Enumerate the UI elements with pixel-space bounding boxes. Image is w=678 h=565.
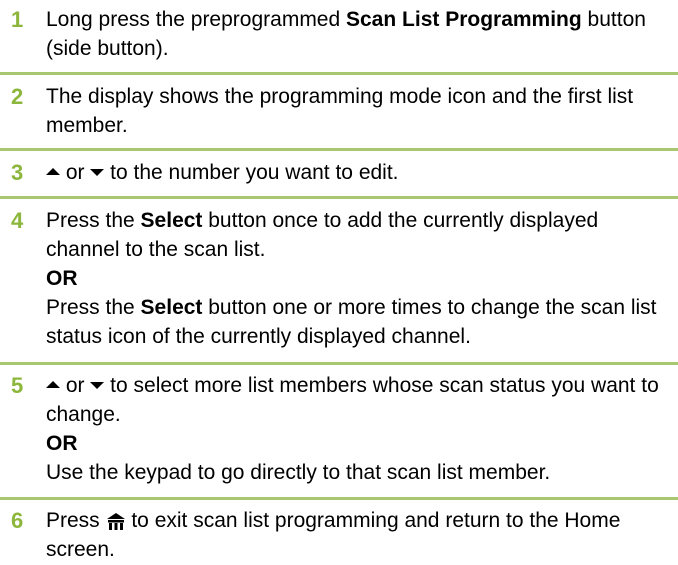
- divider: [0, 497, 678, 500]
- or-label: OR: [46, 267, 78, 290]
- step-text: Long press the preprogrammed Scan List P…: [46, 8, 646, 60]
- step-number: 3: [11, 160, 24, 185]
- step-number: 4: [11, 208, 24, 233]
- or-label: OR: [46, 432, 78, 455]
- button-name: Select: [140, 209, 203, 232]
- step-text: or to the number you want to edit.: [46, 158, 670, 187]
- button-name: Scan List Programming: [346, 8, 582, 31]
- divider: [0, 196, 678, 199]
- divider: [0, 72, 678, 75]
- step-number: 5: [11, 373, 24, 398]
- up-arrow-icon: [46, 168, 60, 176]
- step-number: 2: [11, 84, 24, 109]
- up-arrow-icon: [46, 381, 60, 389]
- step-text: Press to exit scan list programming and …: [46, 509, 621, 561]
- button-name: Select: [140, 296, 203, 319]
- step-number: 1: [11, 7, 24, 32]
- divider: [0, 362, 678, 365]
- down-arrow-icon: [90, 382, 105, 390]
- down-arrow-icon: [90, 169, 105, 177]
- step-text: Press the Select button once to add the …: [46, 209, 657, 348]
- home-icon: [106, 509, 126, 532]
- step-text: or to select more list members whose sca…: [46, 374, 659, 484]
- divider: [0, 148, 678, 151]
- step-number: 6: [11, 508, 24, 533]
- step-text: The display shows the programming mode i…: [46, 85, 634, 137]
